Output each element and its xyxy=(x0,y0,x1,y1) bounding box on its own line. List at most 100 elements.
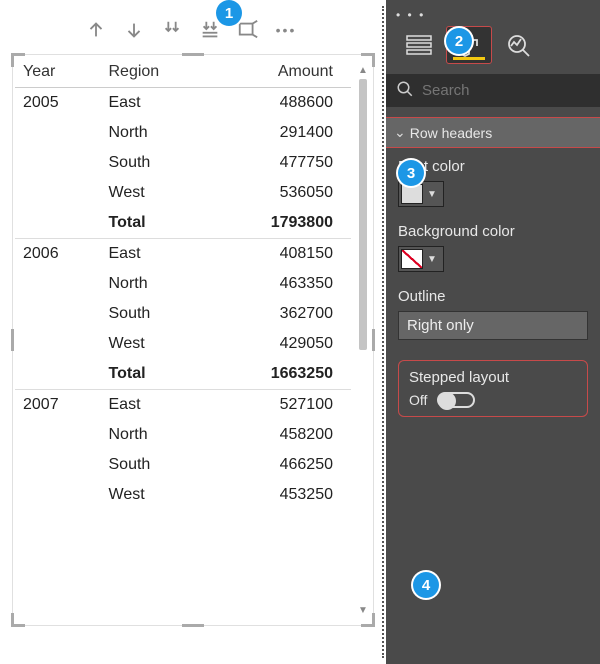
prop-outline: Outline Right only xyxy=(398,288,588,340)
matrix-visual[interactable]: Year Region Amount 2005East488600North29… xyxy=(12,54,374,626)
cell-amount: 488600 xyxy=(210,88,351,119)
expand-next-level-icon[interactable] xyxy=(160,18,184,42)
cell-amount: 477750 xyxy=(210,148,351,178)
section-title: Row headers xyxy=(410,125,493,141)
cell-amount: 1663250 xyxy=(210,359,351,390)
prop-font-color: Font color ▼ xyxy=(398,158,588,207)
cell-region: Total xyxy=(101,208,211,239)
cell-region: West xyxy=(101,329,211,359)
callout-badge-2: 2 xyxy=(446,28,472,54)
table-row[interactable]: 2006East408150 xyxy=(15,239,351,270)
cell-year xyxy=(15,148,101,178)
cell-year: 2006 xyxy=(15,239,101,270)
cell-region: South xyxy=(101,148,211,178)
cell-year xyxy=(15,178,101,208)
caret-down-icon: ▼ xyxy=(427,254,437,265)
callout-badge-1: 1 xyxy=(216,0,242,26)
cell-region: West xyxy=(101,178,211,208)
cell-amount: 536050 xyxy=(210,178,351,208)
table-row[interactable]: North458200 xyxy=(15,420,351,450)
table-row[interactable]: Total1663250 xyxy=(15,359,351,390)
cell-region: West xyxy=(101,480,211,510)
prop-background-color: Background color ▼ xyxy=(398,223,588,272)
table-row[interactable]: South362700 xyxy=(15,299,351,329)
font-color-swatch xyxy=(401,184,423,204)
chevron-down-icon: ⌄ xyxy=(394,124,406,141)
cell-year xyxy=(15,329,101,359)
scroll-down-icon[interactable]: ▼ xyxy=(356,603,370,617)
callout-badge-4: 4 xyxy=(413,572,439,598)
cell-year xyxy=(15,480,101,510)
cell-amount: 458200 xyxy=(210,420,351,450)
table-row[interactable]: 2007East527100 xyxy=(15,390,351,421)
table-row[interactable]: West453250 xyxy=(15,480,351,510)
cell-year: 2007 xyxy=(15,390,101,421)
visual-area: ••• Year Region Amount 2005East488600Nor… xyxy=(0,0,382,664)
tab-analytics[interactable] xyxy=(496,26,542,64)
drill-down-icon[interactable] xyxy=(122,18,146,42)
pane-tabs xyxy=(396,26,590,64)
format-pane: • • • ⌄ Row headers Font color xyxy=(386,0,600,664)
bg-color-swatch xyxy=(401,249,423,269)
cell-year xyxy=(15,359,101,390)
cell-region: East xyxy=(101,239,211,270)
drill-up-icon[interactable] xyxy=(84,18,108,42)
visual-toolbar: ••• xyxy=(0,10,382,50)
col-header-year[interactable]: Year xyxy=(15,57,101,88)
cell-amount: 466250 xyxy=(210,450,351,480)
matrix-table: Year Region Amount 2005East488600North29… xyxy=(15,57,351,510)
focus-mode-icon[interactable] xyxy=(236,18,260,42)
prop-stepped-layout: Stepped layout Off xyxy=(398,360,588,417)
outline-label: Outline xyxy=(398,288,588,305)
table-row[interactable]: South466250 xyxy=(15,450,351,480)
scroll-thumb[interactable] xyxy=(359,79,367,350)
col-header-amount[interactable]: Amount xyxy=(210,57,351,88)
cell-amount: 527100 xyxy=(210,390,351,421)
table-row[interactable]: North291400 xyxy=(15,118,351,148)
cell-year xyxy=(15,269,101,299)
table-row[interactable]: North463350 xyxy=(15,269,351,299)
cell-amount: 291400 xyxy=(210,118,351,148)
cell-amount: 362700 xyxy=(210,299,351,329)
stepped-layout-state: Off xyxy=(409,392,427,408)
callout-badge-3: 3 xyxy=(398,160,424,186)
more-options-icon[interactable]: ••• xyxy=(274,18,298,42)
cell-year: 2005 xyxy=(15,88,101,119)
vertical-scrollbar[interactable]: ▲ ▼ xyxy=(356,63,370,617)
table-row[interactable]: South477750 xyxy=(15,148,351,178)
bg-color-picker[interactable]: ▼ xyxy=(398,246,444,272)
table-row[interactable]: West536050 xyxy=(15,178,351,208)
cell-amount: 463350 xyxy=(210,269,351,299)
stepped-layout-toggle[interactable] xyxy=(437,392,475,408)
tab-fields[interactable] xyxy=(396,26,442,64)
cell-amount: 429050 xyxy=(210,329,351,359)
cell-region: North xyxy=(101,118,211,148)
outline-select[interactable]: Right only xyxy=(398,311,588,340)
section-row-headers[interactable]: ⌄ Row headers xyxy=(386,117,600,148)
pane-grip-icon[interactable]: • • • xyxy=(396,8,590,22)
cell-amount: 453250 xyxy=(210,480,351,510)
cell-year xyxy=(15,118,101,148)
stepped-layout-label: Stepped layout xyxy=(409,369,577,386)
cell-region: North xyxy=(101,420,211,450)
cell-year xyxy=(15,420,101,450)
table-row[interactable]: Total1793800 xyxy=(15,208,351,239)
table-row[interactable]: 2005East488600 xyxy=(15,88,351,119)
table-row[interactable]: West429050 xyxy=(15,329,351,359)
cell-year xyxy=(15,299,101,329)
cell-region: South xyxy=(101,450,211,480)
font-color-label: Font color xyxy=(398,158,588,175)
search-icon xyxy=(396,80,414,101)
cell-region: East xyxy=(101,390,211,421)
cell-region: South xyxy=(101,299,211,329)
cell-region: East xyxy=(101,88,211,119)
bg-color-label: Background color xyxy=(398,223,588,240)
cell-amount: 1793800 xyxy=(210,208,351,239)
search-input[interactable] xyxy=(422,82,590,99)
cell-region: Total xyxy=(101,359,211,390)
scroll-up-icon[interactable]: ▲ xyxy=(356,63,370,77)
cell-year xyxy=(15,208,101,239)
col-header-region[interactable]: Region xyxy=(101,57,211,88)
cell-year xyxy=(15,450,101,480)
search-row xyxy=(386,74,600,107)
